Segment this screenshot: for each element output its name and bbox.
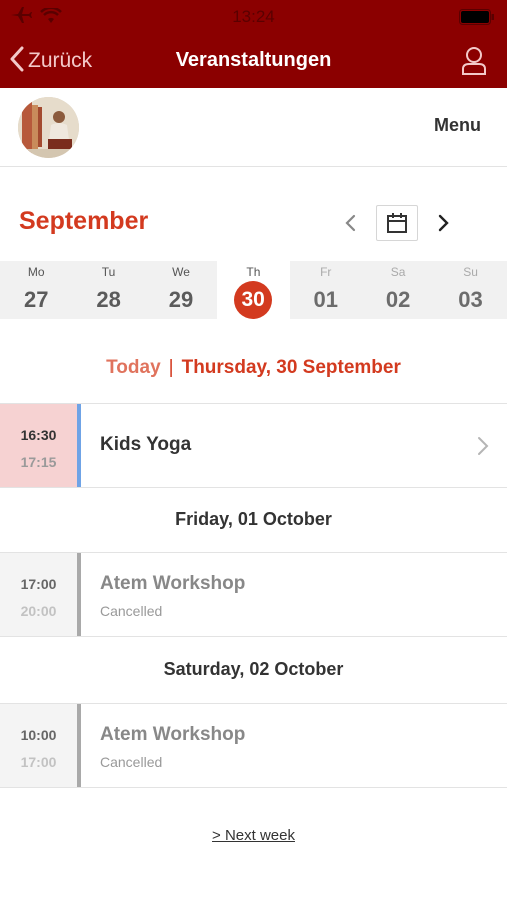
next-week-arrow-button[interactable] xyxy=(432,209,454,237)
day-name: We xyxy=(172,265,190,279)
chevron-right-icon xyxy=(438,214,449,232)
profile-header: Menu xyxy=(0,88,507,167)
chevron-right-icon xyxy=(477,436,489,461)
event-time-column: 17:00 20:00 xyxy=(0,553,77,636)
day-name: Th xyxy=(246,265,261,279)
calendar-icon xyxy=(387,213,407,233)
today-date: Thursday, 30 September xyxy=(181,357,401,378)
day-name: Mo xyxy=(27,265,45,279)
next-week-link[interactable]: > Next week xyxy=(0,827,507,844)
event-status: Cancelled xyxy=(100,603,163,619)
event-title: Atem Workshop xyxy=(100,724,246,745)
heading-separator: | xyxy=(168,357,174,378)
day-cell-th-selected[interactable]: Th 30 xyxy=(217,261,290,319)
month-label: September xyxy=(19,207,149,235)
nav-bar: Zurück Veranstaltungen xyxy=(0,40,507,84)
event-time-column: 16:30 17:15 xyxy=(0,404,77,487)
selected-day-number: 30 xyxy=(234,281,273,319)
day-cell-mo[interactable]: Mo 27 xyxy=(0,261,73,319)
day-number: 28 xyxy=(96,287,121,312)
day-cell-tu[interactable]: Tu 28 xyxy=(72,261,145,319)
day-number: 27 xyxy=(23,287,49,312)
avatar[interactable] xyxy=(18,97,79,158)
event-status-stripe xyxy=(77,404,81,487)
today-label: Today xyxy=(106,357,161,378)
event-status-stripe xyxy=(77,704,81,787)
event-end-time: 20:00 xyxy=(20,603,57,619)
day-heading: Friday, 01 October xyxy=(175,509,332,529)
event-time-column: 10:00 17:00 xyxy=(0,704,77,787)
status-bar: 13:24 xyxy=(0,0,507,36)
prev-week-button[interactable] xyxy=(340,209,362,237)
event-title: Kids Yoga xyxy=(100,434,192,455)
event-status-stripe xyxy=(77,553,81,636)
day-cell-sa[interactable]: Sa 02 xyxy=(361,261,435,319)
today-heading: Today | Thursday, 30 September xyxy=(0,357,507,379)
day-number: 02 xyxy=(385,287,411,312)
event-start-time: 16:30 xyxy=(20,427,57,443)
day-name: Tu xyxy=(101,265,116,279)
day-number: 03 xyxy=(458,287,483,312)
day-number: 01 xyxy=(313,287,338,312)
day-name: Fr xyxy=(320,265,332,279)
day-name: Su xyxy=(463,265,478,279)
day-heading: Saturday, 02 October xyxy=(163,659,344,679)
day-number: 29 xyxy=(168,287,194,312)
top-bar: 13:24 Zurück Veranstaltungen xyxy=(0,0,507,88)
day-cell-we[interactable]: We 29 xyxy=(144,261,218,319)
event-row[interactable]: 10:00 17:00 Atem Workshop Cancelled xyxy=(0,703,507,788)
page-title: Veranstaltungen xyxy=(175,49,332,71)
event-start-time: 10:00 xyxy=(20,727,57,743)
calendar-picker-button[interactable] xyxy=(376,205,418,241)
user-icon[interactable] xyxy=(461,46,487,81)
battery-icon xyxy=(459,9,495,30)
week-strip: Mo 27 Tu 28 We 29 Th 30 Fr 01 Sa 02 Su 0… xyxy=(0,261,507,319)
event-title: Atem Workshop xyxy=(100,573,246,594)
event-start-time: 17:00 xyxy=(20,576,57,592)
event-row[interactable]: 17:00 20:00 Atem Workshop Cancelled xyxy=(0,552,507,637)
day-cell-fr[interactable]: Fr 01 xyxy=(289,261,362,319)
event-row[interactable]: 16:30 17:15 Kids Yoga xyxy=(0,403,507,488)
day-cell-su[interactable]: Su 03 xyxy=(434,261,507,319)
event-end-time: 17:15 xyxy=(20,454,57,470)
chevron-left-icon xyxy=(345,214,356,232)
menu-button[interactable]: Menu xyxy=(434,115,481,136)
day-name: Sa xyxy=(390,265,406,279)
event-end-time: 17:00 xyxy=(20,754,57,770)
status-time: 13:24 xyxy=(232,7,275,26)
event-status: Cancelled xyxy=(100,754,163,770)
